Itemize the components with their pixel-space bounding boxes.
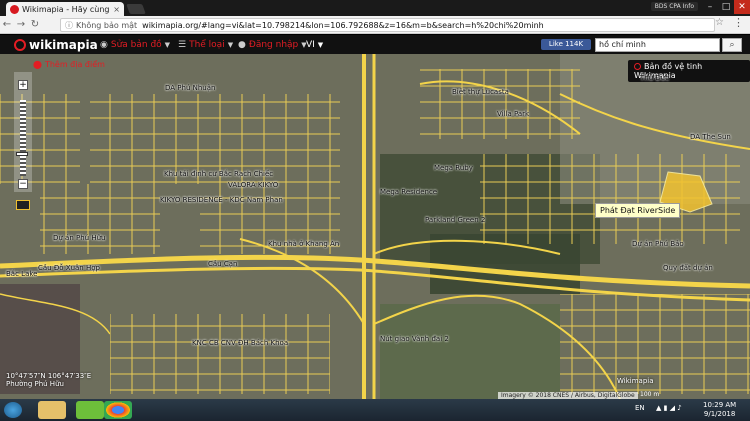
facebook-like-button[interactable]: Like 114K — [541, 39, 591, 50]
zoom-in-button[interactable]: + — [18, 80, 28, 90]
map-label[interactable]: Parkland Green 2 — [425, 216, 485, 224]
list-icon: ☰ — [178, 40, 187, 50]
map-label[interactable]: DA The Sun — [690, 133, 731, 141]
map-label[interactable]: Quy đất dự án — [663, 264, 713, 272]
layers-icon[interactable] — [16, 200, 30, 210]
clock-date: 9/1/2018 — [703, 410, 736, 418]
map-label[interactable]: Khu tái định cư Bắc Rạch Chiếc — [164, 170, 273, 178]
map-label[interactable]: Cầu Đỗ Xuân Hợp — [38, 264, 100, 272]
browser-toolbar: ← → ↻ ⓘ Không bảo mật wikimapia.org/#lan… — [0, 16, 750, 34]
map-label[interactable]: KNC CB CNV ĐH Bách Khoa — [192, 339, 288, 347]
windows-start-icon[interactable] — [4, 402, 22, 418]
login-menu[interactable]: ● Đăng nhập ▼ — [238, 40, 307, 50]
map-label[interactable]: Mega Residence — [380, 188, 437, 196]
browser-tab-strip: Wikimapia - Hãy cùng nh... × BDS CPA Inf… — [0, 0, 750, 16]
chevron-down-icon: ▼ — [317, 41, 324, 49]
map-label[interactable]: Villa Park — [497, 110, 529, 118]
browser-tab[interactable]: Wikimapia - Hãy cùng nh... × — [6, 2, 124, 16]
language-label: VI — [306, 40, 315, 50]
wikimapia-logo[interactable]: wikimapia — [14, 38, 98, 52]
bookmark-star-icon[interactable]: ☆ — [715, 17, 724, 28]
current-place: Phường Phú Hữu — [6, 380, 64, 388]
add-place-button[interactable]: ⬤ Thêm địa điểm — [33, 60, 105, 69]
zoom-slider[interactable] — [20, 100, 26, 176]
wikimapia-logo-icon — [14, 39, 26, 51]
imagery-attribution[interactable]: Imagery © 2018 CNES / Airbus, DigitalGlo… — [498, 392, 638, 399]
clock-time: 10:29 AM — [703, 401, 737, 409]
add-place-label: Thêm địa điểm — [44, 60, 105, 69]
forward-icon[interactable]: → — [14, 19, 28, 30]
map-label[interactable]: KIKYO RESIDENCE - KDC Nam Phan — [160, 196, 283, 204]
map-label[interactable]: Khu nhà ở Khang An — [268, 240, 339, 248]
file-explorer-icon[interactable] — [38, 401, 66, 419]
maximize-icon[interactable]: □ — [718, 0, 734, 14]
map-label[interactable]: Bắc Lake — [6, 270, 37, 278]
search-input[interactable]: hồ chí minh — [595, 38, 720, 52]
chevron-down-icon: ▼ — [164, 41, 171, 49]
search-button[interactable]: ⌕ — [722, 38, 742, 52]
map-label[interactable]: VALORA KIKYO — [228, 181, 278, 189]
coordinates-text: 10°47′57″N 106°47′33″E — [6, 372, 92, 380]
zoom-slider-handle[interactable] — [16, 152, 28, 156]
minimize-icon[interactable]: – — [702, 0, 718, 14]
tab-title: Wikimapia - Hãy cùng nh... — [22, 4, 111, 14]
categories-label: Thể loại — [189, 40, 225, 50]
place-tooltip[interactable]: Phát Đạt RiverSide — [595, 203, 681, 218]
map-label[interactable]: Dự án Phú Bảo — [632, 240, 684, 248]
categories-menu[interactable]: ☰ Thể loại ▼ — [178, 40, 233, 50]
login-label: Đăng nhập — [248, 40, 299, 50]
edit-map-label: Sửa bản đồ — [110, 40, 162, 50]
map-pin-icon: ⬤ — [33, 60, 42, 69]
map-label[interactable]: Mega Ruby — [434, 164, 473, 172]
reload-icon[interactable]: ↻ — [28, 19, 42, 30]
map-label[interactable]: Dự án Phú Hữu — [53, 234, 105, 242]
address-bar[interactable]: ⓘ Không bảo mật wikimapia.org/#lang=vi&l… — [60, 18, 715, 32]
search-icon: ⌕ — [729, 40, 735, 50]
close-tab-icon[interactable]: × — [113, 5, 120, 14]
language-selector[interactable]: VI ▼ — [306, 40, 323, 50]
close-window-icon[interactable]: ✕ — [734, 0, 750, 14]
wikimapia-favicon-icon — [10, 4, 19, 14]
security-status: Không bảo mật — [76, 20, 138, 30]
map-label[interactable]: DA Phú Nhuận — [165, 84, 215, 92]
map-label[interactable]: Nút giao Vành đai 2 — [380, 335, 449, 343]
satellite-map[interactable]: ⬤ Thêm địa điểm Bản đồ vệ tinh Wikimapia… — [0, 54, 750, 399]
chevron-down-icon: ▼ — [227, 41, 234, 49]
window-controls: – □ ✕ — [702, 0, 750, 14]
wikimapia-logo-icon — [634, 63, 641, 70]
scale-bar: 100 m — [640, 391, 660, 398]
logo-text: wikimapia — [29, 38, 98, 52]
browser-menu-icon[interactable]: ⋮ — [733, 16, 744, 29]
edit-map-menu[interactable]: ◉ Sửa bản đồ ▼ — [100, 40, 170, 50]
new-tab-button[interactable] — [126, 4, 146, 14]
coordinates-readout: 10°47′57″N 106°47′33″E Phường Phú Hữu — [6, 372, 91, 388]
wikimapia-watermark: Wikimapia — [617, 377, 654, 385]
profile-badge[interactable]: BDS CPA Info — [650, 2, 698, 11]
tray-icons[interactable]: ▲ ▮ ◢ ♪ — [656, 404, 682, 412]
input-language[interactable]: EN — [635, 404, 645, 412]
map-label[interactable]: Cầu Cạn — [208, 260, 237, 268]
globe-icon: ◉ — [100, 40, 108, 50]
map-label[interactable]: Biệt thự Lucasta — [452, 88, 509, 96]
app-icon[interactable] — [76, 401, 104, 419]
url-text[interactable]: wikimapia.org/#lang=vi&lat=10.798214&lon… — [142, 21, 544, 30]
chrome-icon[interactable] — [104, 401, 132, 419]
taskbar-clock[interactable]: 10:29 AM 9/1/2018 — [703, 401, 736, 419]
map-label[interactable]: Thủ Đức — [640, 74, 669, 82]
zoom-out-button[interactable]: − — [18, 179, 28, 189]
info-icon[interactable]: ⓘ — [65, 20, 73, 31]
back-icon[interactable]: ← — [0, 19, 14, 30]
map-canvas[interactable] — [0, 54, 750, 399]
user-icon: ● — [238, 40, 246, 50]
